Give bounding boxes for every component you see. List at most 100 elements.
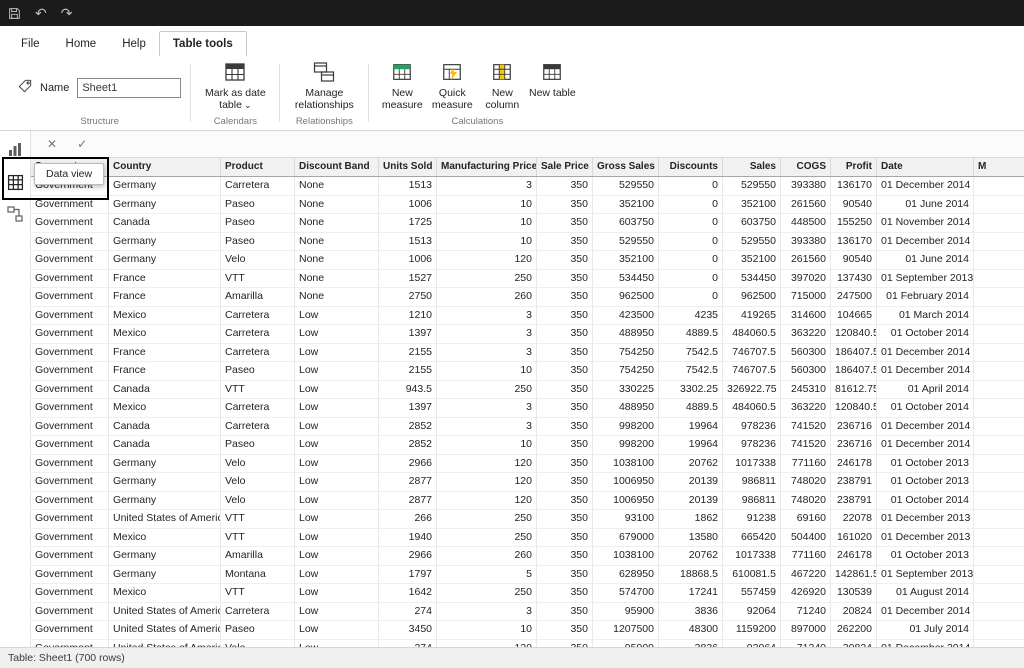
table-cell[interactable]: 1006 [379, 196, 437, 214]
table-cell[interactable]: 350 [537, 344, 593, 362]
table-cell[interactable]: 120 [437, 251, 537, 269]
table-cell[interactable]: 91238 [723, 510, 781, 528]
table-cell[interactable]: Government [31, 566, 109, 584]
table-cell[interactable]: 01 December 2014 [877, 344, 974, 362]
table-cell[interactable]: 20762 [659, 455, 723, 473]
table-cell[interactable]: Canada [109, 381, 221, 399]
table-cell[interactable]: 2852 [379, 418, 437, 436]
column-header[interactable]: Discount Band [295, 158, 379, 176]
table-cell[interactable]: 4889.5 [659, 399, 723, 417]
table-cell[interactable]: 20139 [659, 473, 723, 491]
table-cell[interactable]: 771160 [781, 455, 831, 473]
table-cell[interactable]: 236716 [831, 418, 877, 436]
table-cell[interactable]: Mexico [109, 399, 221, 417]
table-cell[interactable] [974, 288, 1024, 306]
table-cell[interactable]: 998200 [593, 436, 659, 454]
table-row[interactable]: GovernmentFranceVTTNone15272503505344500… [31, 270, 1024, 289]
table-cell[interactable]: Government [31, 436, 109, 454]
table-cell[interactable] [974, 196, 1024, 214]
table-cell[interactable]: 352100 [593, 251, 659, 269]
table-cell[interactable]: 3450 [379, 621, 437, 639]
table-cell[interactable]: 350 [537, 399, 593, 417]
table-cell[interactable]: 92064 [723, 603, 781, 621]
table-cell[interactable]: Mexico [109, 325, 221, 343]
table-cell[interactable]: France [109, 344, 221, 362]
table-cell[interactable]: 2750 [379, 288, 437, 306]
table-cell[interactable]: 0 [659, 177, 723, 195]
table-cell[interactable]: Low [295, 455, 379, 473]
table-cell[interactable]: 01 October 2014 [877, 325, 974, 343]
table-cell[interactable]: Carretera [221, 307, 295, 325]
table-cell[interactable]: 130539 [831, 584, 877, 602]
table-cell[interactable]: 350 [537, 270, 593, 288]
table-cell[interactable]: 943.5 [379, 381, 437, 399]
column-header[interactable]: Profit [831, 158, 877, 176]
table-cell[interactable]: 363220 [781, 399, 831, 417]
table-cell[interactable]: 978236 [723, 436, 781, 454]
table-cell[interactable]: 01 December 2014 [877, 418, 974, 436]
table-cell[interactable]: Government [31, 362, 109, 380]
table-cell[interactable]: Amarilla [221, 547, 295, 565]
table-cell[interactable] [974, 233, 1024, 251]
formula-bar[interactable]: ✕ ✓ [31, 131, 1024, 158]
table-cell[interactable]: 1513 [379, 233, 437, 251]
table-cell[interactable]: Carretera [221, 177, 295, 195]
table-cell[interactable]: Government [31, 288, 109, 306]
table-cell[interactable]: 350 [537, 362, 593, 380]
table-cell[interactable]: Canada [109, 418, 221, 436]
table-cell[interactable]: 350 [537, 547, 593, 565]
quick-measure-button[interactable]: Quick measure [428, 59, 476, 111]
column-header[interactable]: Discounts [659, 158, 723, 176]
table-row[interactable]: GovernmentCanadaVTTLow943.52503503302253… [31, 381, 1024, 400]
table-cell[interactable]: Canada [109, 214, 221, 232]
table-cell[interactable]: None [295, 288, 379, 306]
table-cell[interactable]: 352100 [723, 251, 781, 269]
column-header[interactable]: Units Sold [379, 158, 437, 176]
table-cell[interactable]: VTT [221, 270, 295, 288]
table-cell[interactable]: Mexico [109, 307, 221, 325]
table-cell[interactable]: 529550 [723, 233, 781, 251]
table-cell[interactable]: 350 [537, 307, 593, 325]
table-cell[interactable]: 10 [437, 362, 537, 380]
table-cell[interactable]: 419265 [723, 307, 781, 325]
table-cell[interactable]: None [295, 233, 379, 251]
table-cell[interactable]: 986811 [723, 473, 781, 491]
table-cell[interactable]: 120 [437, 492, 537, 510]
table-cell[interactable]: 962500 [593, 288, 659, 306]
table-cell[interactable]: 350 [537, 529, 593, 547]
table-cell[interactable]: 574700 [593, 584, 659, 602]
new-table-button[interactable]: New table [528, 59, 576, 99]
table-cell[interactable]: 363220 [781, 325, 831, 343]
table-cell[interactable]: 350 [537, 177, 593, 195]
table-cell[interactable]: 5 [437, 566, 537, 584]
table-row[interactable]: GovernmentMexicoCarreteraLow139733504889… [31, 399, 1024, 418]
table-cell[interactable]: 01 December 2014 [877, 177, 974, 195]
table-cell[interactable]: 245310 [781, 381, 831, 399]
table-row[interactable]: GovernmentCanadaPaseoLow2852103509982001… [31, 436, 1024, 455]
table-cell[interactable]: 0 [659, 288, 723, 306]
table-cell[interactable] [974, 418, 1024, 436]
table-cell[interactable]: 488950 [593, 325, 659, 343]
table-row[interactable]: GovernmentUnited States of AmericaVeloLo… [31, 640, 1024, 648]
table-cell[interactable]: Government [31, 196, 109, 214]
mark-as-date-table-button[interactable]: Mark as date table⌄ [200, 59, 270, 111]
table-cell[interactable]: 1513 [379, 177, 437, 195]
table-cell[interactable]: 0 [659, 270, 723, 288]
table-cell[interactable]: 81612.75 [831, 381, 877, 399]
table-cell[interactable]: 3302.25 [659, 381, 723, 399]
table-cell[interactable]: 1725 [379, 214, 437, 232]
table-cell[interactable]: 350 [537, 510, 593, 528]
table-cell[interactable]: Carretera [221, 603, 295, 621]
table-cell[interactable]: 20762 [659, 547, 723, 565]
table-cell[interactable]: 2966 [379, 455, 437, 473]
table-cell[interactable]: Government [31, 251, 109, 269]
table-cell[interactable]: 4889.5 [659, 325, 723, 343]
table-cell[interactable]: 748020 [781, 492, 831, 510]
table-cell[interactable]: 350 [537, 436, 593, 454]
table-cell[interactable]: 261560 [781, 251, 831, 269]
table-cell[interactable]: Low [295, 362, 379, 380]
table-row[interactable]: GovernmentGermanyPaseoNone15131035052955… [31, 233, 1024, 252]
table-cell[interactable]: 1017338 [723, 547, 781, 565]
table-cell[interactable]: 274 [379, 640, 437, 648]
table-cell[interactable]: 266 [379, 510, 437, 528]
